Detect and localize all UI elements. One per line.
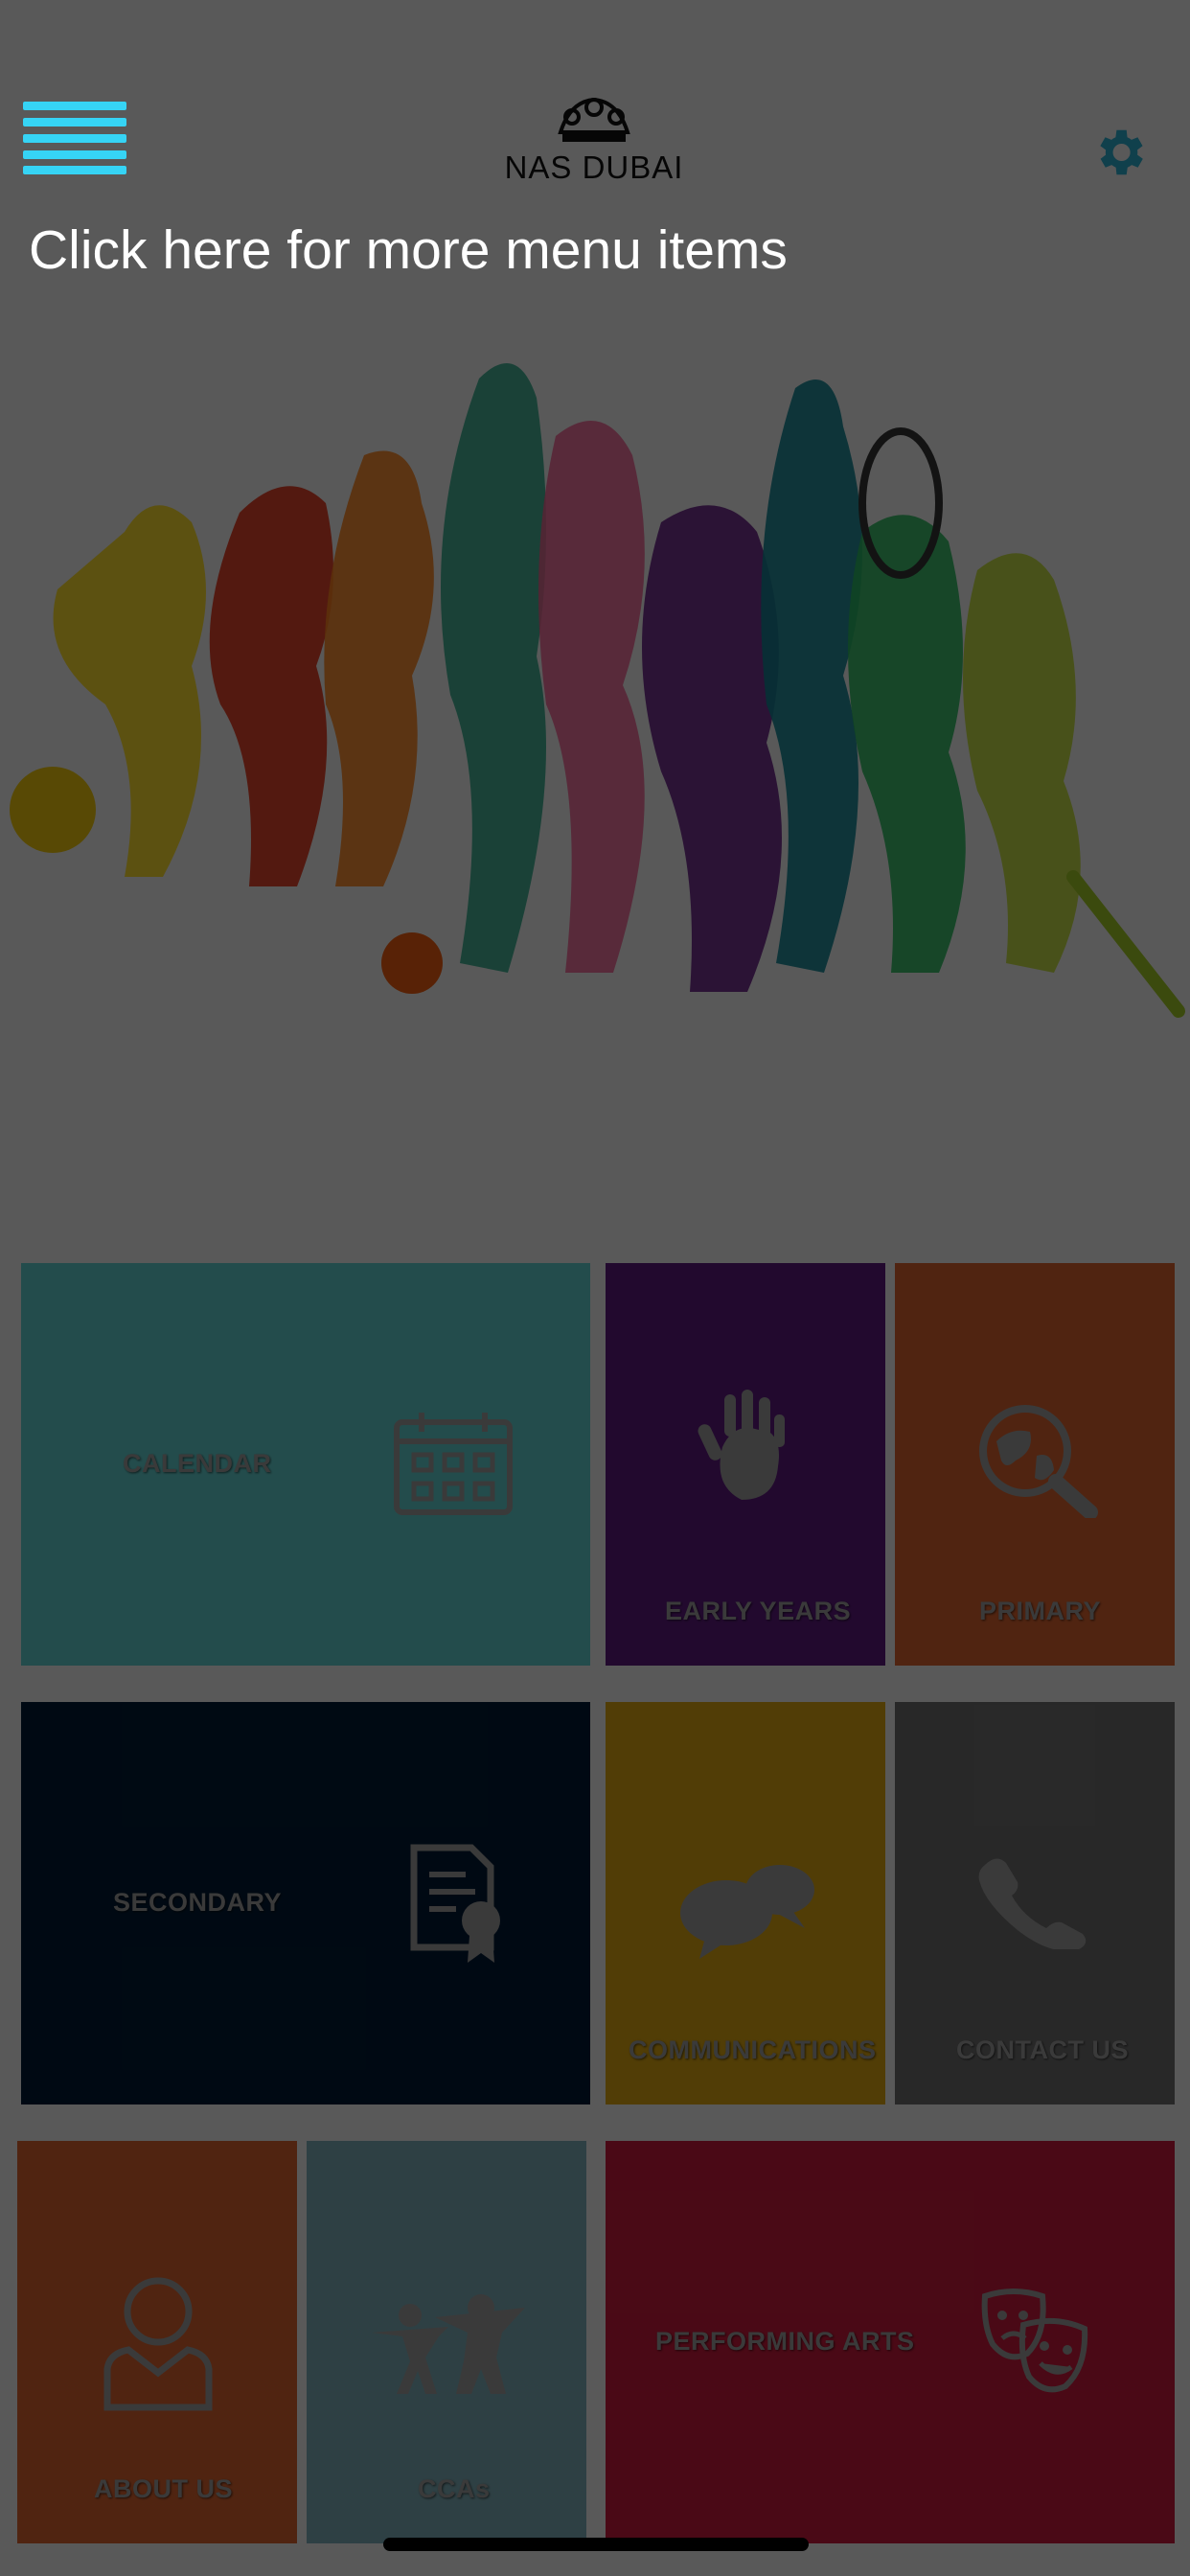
menu-hint-text[interactable]: Click here for more menu items	[29, 218, 788, 282]
speech-bubbles-icon	[680, 1865, 814, 1959]
contact-us-tile[interactable]: CONTACT US	[895, 1702, 1175, 2104]
home-indicator[interactable]	[383, 2538, 809, 2551]
primary-label: PRIMARY	[979, 1597, 1102, 1625]
theatre-masks-icon	[981, 2288, 1088, 2393]
early-years-label: EARLY YEARS	[665, 1597, 852, 1625]
people-icon	[372, 2294, 525, 2394]
calendar-tile[interactable]: CALENDAR	[21, 1263, 590, 1666]
performing-arts-tile[interactable]: PERFORMING ARTS	[606, 2141, 1175, 2543]
calendar-icon	[394, 1413, 513, 1515]
logo-text: NAS DUBAI	[504, 150, 684, 185]
ccas-tile[interactable]: CCAs	[307, 2141, 586, 2543]
secondary-label: SECONDARY	[113, 1888, 283, 1917]
school-logo: NAS DUBAI	[489, 94, 699, 190]
contact-us-label: CONTACT US	[956, 2036, 1129, 2064]
person-icon	[103, 2277, 213, 2411]
early-years-tile[interactable]: EARLY YEARS	[606, 1263, 885, 1666]
secondary-tile[interactable]: SECONDARY	[21, 1702, 590, 2104]
menu-button-highlight[interactable]	[23, 102, 126, 174]
handprint-icon	[698, 1390, 785, 1500]
globe-magnifier-icon	[979, 1405, 1098, 1518]
communications-label: COMMUNICATIONS	[629, 2036, 877, 2064]
performing-arts-label: PERFORMING ARTS	[655, 2327, 915, 2356]
ccas-label: CCAs	[418, 2474, 491, 2503]
phone-icon	[978, 1858, 1087, 1949]
about-us-label: ABOUT US	[94, 2474, 233, 2503]
calendar-label: CALENDAR	[123, 1449, 272, 1478]
about-us-tile[interactable]: ABOUT US	[17, 2141, 297, 2543]
primary-tile[interactable]: PRIMARY	[895, 1263, 1175, 1666]
communications-tile[interactable]: COMMUNICATIONS	[606, 1702, 885, 2104]
gear-icon[interactable]	[1089, 123, 1149, 182]
hero-sports-illustration	[10, 363, 1185, 1018]
certificate-icon	[410, 1844, 500, 1963]
crown-icon	[558, 97, 630, 142]
